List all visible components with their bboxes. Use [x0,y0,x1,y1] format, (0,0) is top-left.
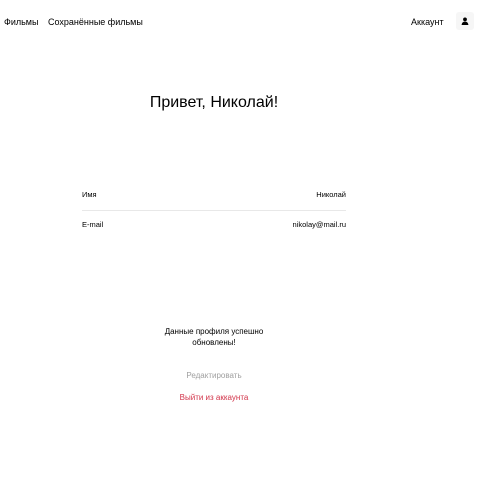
header: Фильмы Сохранённые фильмы Аккаунт [0,0,477,44]
logout-button[interactable]: Выйти из аккаунта [150,392,278,404]
edit-button[interactable]: Редактировать [150,370,278,382]
email-value: nikolay@mail.ru [292,220,346,229]
user-icon [461,17,469,25]
name-value: Николай [316,190,346,199]
name-label: Имя [82,190,97,199]
profile-row-name: Имя Николай [82,189,346,201]
email-label: E-mail [82,220,104,229]
status-message: Данные профиля успешно обновлены! [164,327,264,347]
account-link[interactable]: Аккаунт [411,16,444,28]
profile-page: Фильмы Сохранённые фильмы Аккаунт Привет… [0,0,477,477]
account-button[interactable] [456,12,474,30]
profile-row-email: E-mail nikolay@mail.ru [82,219,346,231]
nav-saved-movies-link[interactable]: Сохранённые фильмы [48,16,143,28]
nav-movies-link[interactable]: Фильмы [4,16,38,28]
page-title: Привет, Николай! [149,94,279,111]
divider [82,210,346,211]
